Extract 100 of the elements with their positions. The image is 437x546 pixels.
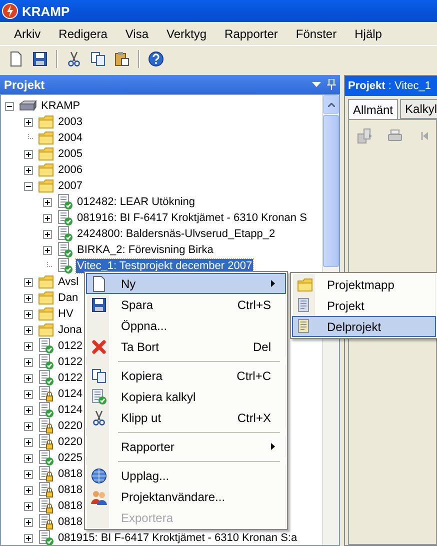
tree-item[interactable]: 0818 <box>57 467 84 481</box>
tree-item[interactable]: HV <box>57 307 74 321</box>
expand-icon[interactable] <box>24 534 33 542</box>
menu-item[interactable]: Kopiera Ctrl+C <box>86 365 286 386</box>
tree-item[interactable]: 081915: BI F-6417 Kroktjämet - 6310 Kronan S:a <box>57 531 298 545</box>
folder-icon <box>38 275 54 289</box>
tree-item[interactable]: 2005 <box>57 147 84 161</box>
toolbar-button[interactable] <box>30 49 50 69</box>
expand-icon[interactable] <box>24 518 33 526</box>
expand-icon[interactable] <box>24 374 33 382</box>
tree-item[interactable]: 0220 <box>57 435 84 449</box>
menu-item[interactable]: Redigera <box>50 26 116 40</box>
tree-item[interactable]: 0818 <box>57 515 84 529</box>
tree-item[interactable]: 2424800: Baldersnäs-Ulvserud_Etapp_2 <box>76 227 276 241</box>
pin-icon[interactable] <box>327 79 336 90</box>
menu-item[interactable]: Kopiera kalkyl <box>86 386 286 407</box>
document-check-icon <box>38 354 54 370</box>
menu-item[interactable]: Fönster <box>286 26 346 40</box>
scroll-up-icon[interactable] <box>328 102 334 106</box>
tree-item[interactable]: 0122 <box>57 355 84 369</box>
document-check-icon <box>57 210 73 226</box>
menu-item[interactable]: Ny <box>86 273 286 294</box>
dropdown-icon[interactable] <box>312 82 321 87</box>
document-check-icon <box>57 242 73 258</box>
expand-icon[interactable] <box>24 358 33 366</box>
expand-icon[interactable] <box>24 150 33 158</box>
toolbar-button[interactable] <box>88 49 108 69</box>
menu-item[interactable]: Rapporter <box>216 26 287 40</box>
folder-icon <box>38 115 54 129</box>
tab[interactable]: Allmänt <box>348 99 398 119</box>
tree-item[interactable]: 0818 <box>57 499 84 513</box>
save-icon <box>91 296 107 312</box>
expand-icon[interactable] <box>24 422 33 430</box>
tree-item[interactable]: 0122 <box>57 371 84 385</box>
collapse-icon[interactable] <box>24 182 33 190</box>
tree-item[interactable]: 081916: BI F-6417 Kroktjämet - 6310 Kronan S <box>76 211 308 225</box>
expand-icon[interactable] <box>43 246 52 254</box>
tree-item[interactable]: 2007 <box>57 179 84 193</box>
expand-icon[interactable] <box>24 118 33 126</box>
tree-item[interactable]: 0225 <box>57 451 84 465</box>
expand-icon[interactable] <box>24 310 33 318</box>
menu-item[interactable]: Projektanvändare... <box>86 486 286 507</box>
folder-icon <box>38 323 54 337</box>
menu-item[interactable]: Verktyg <box>158 26 216 40</box>
menu-item[interactable]: Projekt <box>292 295 436 316</box>
tree-item[interactable]: BIRKA_2: Förevisning Birka <box>76 243 214 257</box>
tree-item[interactable]: 2006 <box>57 163 84 177</box>
menu-item[interactable]: Spara Ctrl+S <box>86 294 286 315</box>
tree-item[interactable]: Avsl <box>57 275 80 289</box>
folder-icon <box>38 163 54 177</box>
expand-icon[interactable] <box>43 230 52 238</box>
document-lock-icon <box>38 498 54 514</box>
expand-icon[interactable] <box>24 502 33 510</box>
menu-item[interactable]: Rapporter <box>86 436 286 457</box>
expand-icon[interactable] <box>43 198 52 206</box>
export-icon <box>357 128 373 144</box>
expand-icon[interactable] <box>24 166 33 174</box>
expand-icon[interactable] <box>24 278 33 286</box>
tree-item[interactable]: KRAMP <box>40 99 82 113</box>
toolbar-button[interactable] <box>112 49 132 69</box>
tree-item[interactable]: 0818 <box>57 483 84 497</box>
window-title: KRAMP <box>22 4 70 18</box>
tab[interactable]: Kalkyl <box>400 99 437 119</box>
expand-icon[interactable] <box>43 214 52 222</box>
collapse-icon[interactable] <box>5 102 14 110</box>
expand-icon[interactable] <box>24 486 33 494</box>
expand-icon[interactable] <box>24 406 33 414</box>
tree-item[interactable]: 0124 <box>57 403 84 417</box>
tree-item[interactable]: 2004 <box>57 131 84 145</box>
expand-icon[interactable] <box>24 294 33 302</box>
toolbar-button[interactable] <box>146 49 166 69</box>
tree-item[interactable]: 2003 <box>57 115 84 129</box>
tree-item[interactable]: 0220 <box>57 419 84 433</box>
tree-item[interactable]: 012482: LEAR Utökning <box>76 195 196 209</box>
expand-icon[interactable] <box>24 470 33 478</box>
menu-item[interactable]: Projektmapp <box>292 274 436 295</box>
expand-icon[interactable] <box>24 342 33 350</box>
tree-item[interactable]: 0122 <box>57 339 84 353</box>
expand-icon[interactable] <box>24 438 33 446</box>
menu-item[interactable]: Öppna... <box>86 315 286 336</box>
tree-item[interactable]: Jona <box>57 323 83 337</box>
menu-item[interactable]: Visa <box>116 26 158 40</box>
tree-item[interactable]: Dan <box>57 291 80 305</box>
menu-item[interactable]: Ta Bort Del <box>86 336 286 357</box>
tree-item[interactable]: 0124 <box>57 387 84 401</box>
expand-icon[interactable] <box>24 454 33 462</box>
menu-item[interactable]: Hjälp <box>346 26 391 40</box>
document-lock-icon <box>38 434 54 450</box>
document-check-icon <box>38 370 54 386</box>
expand-icon[interactable] <box>24 390 33 398</box>
menu-item[interactable]: Upplag... <box>86 465 286 486</box>
submenu-arrow-icon <box>271 280 275 287</box>
menu-item[interactable]: Delprojekt <box>292 316 436 337</box>
new-document-icon <box>8 51 24 67</box>
folder-icon <box>297 278 313 292</box>
paste-icon <box>114 51 130 67</box>
new-document-icon <box>92 276 106 292</box>
expand-icon[interactable] <box>24 326 33 334</box>
menu-item[interactable]: Klipp ut Ctrl+X <box>86 407 286 428</box>
menu-item[interactable]: Arkiv <box>5 26 50 40</box>
